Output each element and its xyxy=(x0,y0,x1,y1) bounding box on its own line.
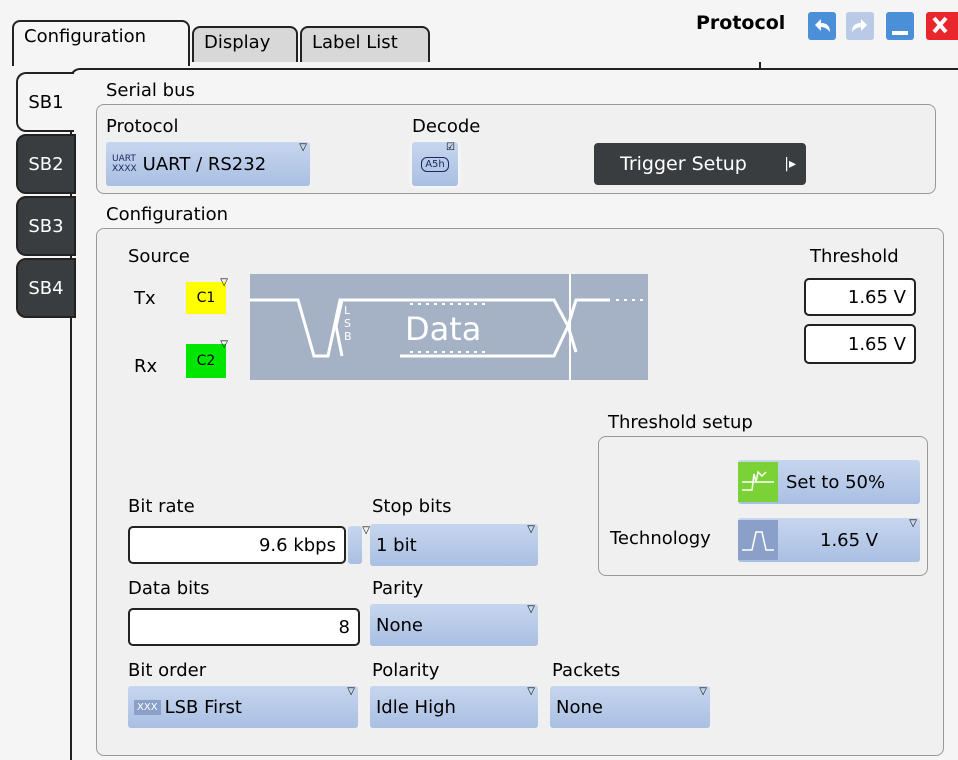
packets-select[interactable]: None ▽ xyxy=(550,686,710,728)
decode-label: Decode xyxy=(412,116,481,137)
data-bits-label: Data bits xyxy=(128,578,210,599)
parity-select[interactable]: None ▽ xyxy=(370,604,538,646)
technology-label: Technology xyxy=(610,528,711,549)
decode-toggle[interactable]: A5h ☑ xyxy=(412,142,458,186)
decode-hex-icon: A5h xyxy=(421,156,449,172)
serial-bus-heading: Serial bus xyxy=(106,80,195,101)
protocol-select[interactable]: UART XXXX UART / RS232 ▽ xyxy=(106,142,310,186)
close-button[interactable] xyxy=(926,12,958,40)
bit-rate-label: Bit rate xyxy=(128,496,195,517)
threshold-label: Threshold xyxy=(810,246,899,267)
tab-sb2[interactable]: SB2 xyxy=(16,134,76,194)
tab-sb3[interactable]: SB3 xyxy=(16,196,76,256)
bit-rate-field[interactable]: 9.6 kbps xyxy=(128,526,346,564)
chevron-down-icon: ▽ xyxy=(527,686,535,697)
parity-label: Parity xyxy=(372,578,424,599)
play-arrow-icon: |▸ xyxy=(784,156,796,172)
rx-source-select[interactable]: C2 ▽ xyxy=(186,340,228,378)
redo-icon xyxy=(852,19,867,32)
bit-order-icon: XXX xyxy=(134,699,161,715)
chevron-down-icon: ▽ xyxy=(527,524,535,535)
bit-order-label: Bit order xyxy=(128,660,207,681)
chevron-down-icon: ▽ xyxy=(527,604,535,615)
data-bits-field[interactable]: 8 xyxy=(128,608,360,646)
minimize-icon xyxy=(892,31,908,35)
chevron-down-icon: ▽ xyxy=(220,339,228,350)
configuration-heading: Configuration xyxy=(106,204,229,225)
chevron-down-icon: ▽ xyxy=(362,525,370,536)
protocol-label: Protocol xyxy=(106,116,179,137)
technology-select[interactable]: 1.65 V ▽ xyxy=(738,518,920,562)
chevron-down-icon: ▽ xyxy=(909,518,917,529)
lsb-text: LSB xyxy=(344,304,352,343)
uart-frame-diagram: LSB Data xyxy=(250,274,648,380)
bit-order-select[interactable]: XXX LSB First ▽ xyxy=(128,686,358,728)
redo-button[interactable] xyxy=(846,12,874,40)
polarity-select[interactable]: Idle High ▽ xyxy=(370,686,538,728)
waveform-50-icon xyxy=(738,462,778,502)
tx-source-select[interactable]: C1 ▽ xyxy=(186,278,228,314)
undo-icon xyxy=(815,19,830,32)
stop-bits-select[interactable]: 1 bit ▽ xyxy=(370,524,538,566)
set-to-50-button[interactable]: Set to 50% xyxy=(738,460,920,504)
checkbox-icon: ☑ xyxy=(446,142,455,153)
tab-label-list[interactable]: Label List xyxy=(300,26,430,62)
tab-configuration[interactable]: Configuration xyxy=(12,20,190,66)
dialog-title: Protocol xyxy=(696,12,786,34)
close-icon xyxy=(932,16,948,34)
bit-rate-dropdown[interactable]: ▽ xyxy=(348,526,370,564)
chevron-down-icon: ▽ xyxy=(299,142,307,153)
threshold-setup-label: Threshold setup xyxy=(608,412,753,433)
trigger-setup-button[interactable]: Trigger Setup |▸ xyxy=(594,143,806,185)
source-label: Source xyxy=(128,246,190,267)
tab-sb4[interactable]: SB4 xyxy=(16,258,76,318)
stop-bits-label: Stop bits xyxy=(372,496,452,517)
threshold-rx-field[interactable]: 1.65 V xyxy=(804,324,916,364)
undo-button[interactable] xyxy=(808,12,836,40)
data-text: Data xyxy=(405,310,482,348)
tab-sb1[interactable]: SB1 xyxy=(16,72,74,132)
tx-label: Tx xyxy=(134,288,156,309)
technology-wave-icon xyxy=(738,520,778,560)
tab-display[interactable]: Display xyxy=(192,26,298,62)
minimize-button[interactable] xyxy=(886,12,914,40)
polarity-label: Polarity xyxy=(372,660,440,681)
chevron-down-icon: ▽ xyxy=(220,277,228,288)
chevron-down-icon: ▽ xyxy=(347,686,355,697)
chevron-down-icon: ▽ xyxy=(699,686,707,697)
packets-label: Packets xyxy=(552,660,621,681)
rx-label: Rx xyxy=(134,356,158,377)
threshold-tx-field[interactable]: 1.65 V xyxy=(804,278,916,316)
uart-icon: UART XXXX xyxy=(112,154,137,174)
